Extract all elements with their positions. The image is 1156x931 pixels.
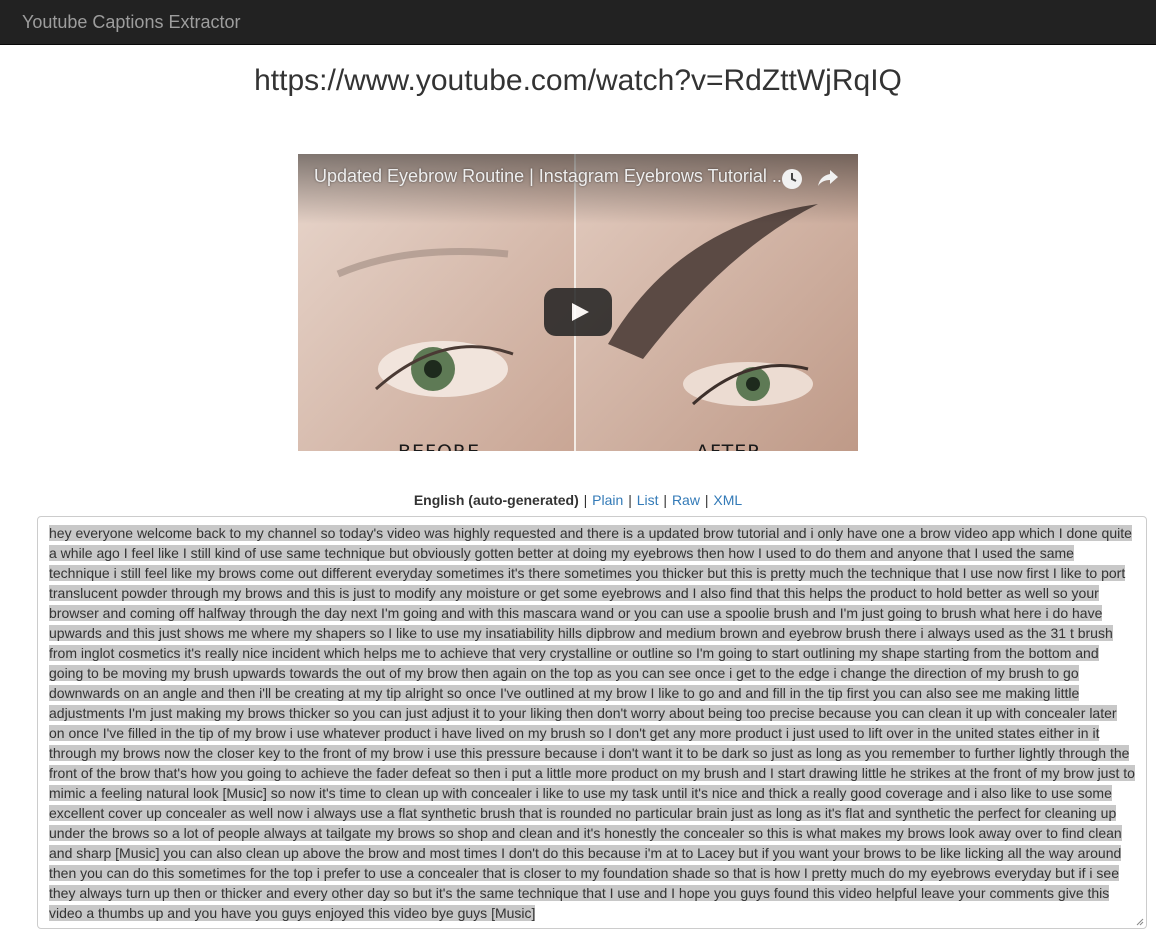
navbar: Youtube Captions Extractor xyxy=(0,0,1156,45)
caption-language: English (auto-generated) xyxy=(413,492,579,508)
clock-icon[interactable] xyxy=(782,169,802,189)
separator: | xyxy=(583,492,588,508)
separator: | xyxy=(663,492,668,508)
video-embed: Updated Eyebrow Routine | Instagram Eyeb… xyxy=(298,154,858,451)
separator: | xyxy=(704,492,709,508)
format-link-list[interactable]: List xyxy=(637,492,659,508)
format-link-raw[interactable]: Raw xyxy=(672,492,700,508)
navbar-brand[interactable]: Youtube Captions Extractor xyxy=(0,0,240,45)
video-title[interactable]: Updated Eyebrow Routine | Instagram Eyeb… xyxy=(314,166,787,187)
play-icon[interactable] xyxy=(544,288,612,336)
format-link-plain[interactable]: Plain xyxy=(592,492,623,508)
format-links: English (auto-generated) | Plain | List … xyxy=(0,490,1156,510)
video-url-title: https://www.youtube.com/watch?v=RdZttWjR… xyxy=(254,64,902,97)
captions-text: hey everyone welcome back to my channel … xyxy=(49,525,1135,921)
captions-textarea[interactable]: hey everyone welcome back to my channel … xyxy=(37,516,1147,929)
resize-grip-icon[interactable] xyxy=(1134,916,1144,926)
video-player[interactable]: Updated Eyebrow Routine | Instagram Eyeb… xyxy=(298,154,858,451)
before-label: BEFORE xyxy=(398,441,480,451)
separator: | xyxy=(628,492,632,508)
share-icon[interactable] xyxy=(817,168,839,188)
format-link-xml[interactable]: XML xyxy=(713,492,742,508)
after-label: AFTER xyxy=(696,441,761,451)
